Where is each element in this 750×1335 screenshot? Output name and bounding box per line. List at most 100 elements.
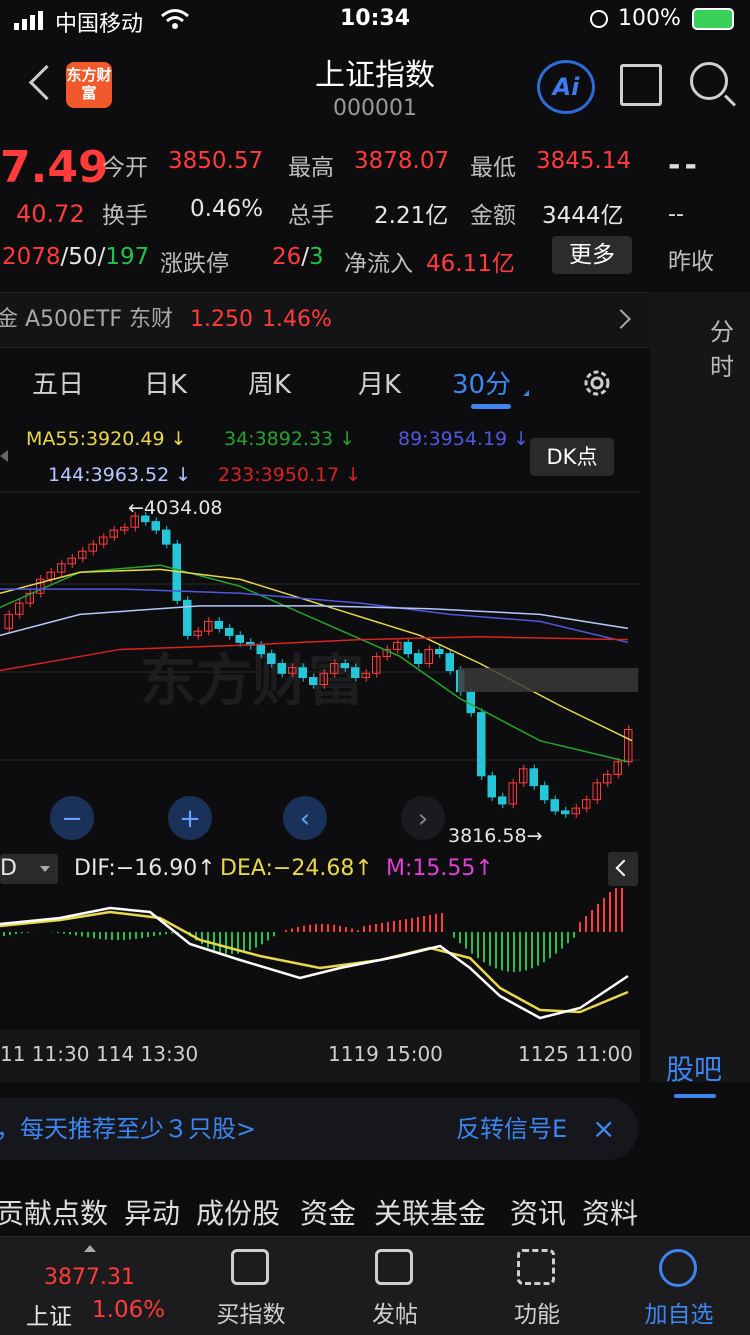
candlestick-chart[interactable]: 东方财富 ←4034.08 3816.58→ − + ‹ › bbox=[0, 490, 640, 848]
zoom-out-button-glyph: − bbox=[61, 804, 83, 834]
battery-percent: 100% bbox=[618, 6, 681, 31]
macd-m: M:15.55↑ bbox=[386, 856, 494, 881]
pan-right-glyph: › bbox=[418, 804, 428, 834]
promo-signal: 反转信号E bbox=[456, 1115, 568, 1143]
open-label: 今开 bbox=[102, 155, 148, 181]
candle bbox=[309, 677, 318, 686]
zoom-in-button-glyph: + bbox=[179, 804, 201, 834]
candle bbox=[487, 775, 496, 798]
candle bbox=[225, 627, 234, 636]
candle bbox=[340, 662, 349, 669]
dropdown-triangle-icon bbox=[523, 390, 529, 396]
candle bbox=[529, 768, 538, 787]
candle bbox=[435, 648, 444, 655]
tab-news[interactable]: 资讯 bbox=[510, 1192, 566, 1232]
low-value: 3845.14 bbox=[536, 148, 632, 174]
time-label: 11 11:30 bbox=[0, 1042, 90, 1066]
ma89-line bbox=[0, 588, 629, 644]
dif-line bbox=[0, 906, 629, 1020]
volume-value: 2.21亿 bbox=[374, 203, 449, 229]
more-button[interactable]: 更多 bbox=[552, 236, 632, 274]
bottom-toolbar: 3877.31 上证 1.06% 买指数 发帖 功能 加自选 bbox=[0, 1236, 750, 1335]
watermark: 东方财富 bbox=[140, 649, 364, 714]
ma55-value: MA55:3920.49 ↓ bbox=[26, 428, 187, 450]
amount-value: 3444亿 bbox=[542, 203, 624, 229]
dea-line bbox=[0, 910, 629, 1014]
buy-index-button[interactable]: 买指数 bbox=[176, 1237, 326, 1335]
high-label: 最高 bbox=[288, 155, 334, 181]
tab-related-funds[interactable]: 关联基金 bbox=[374, 1192, 486, 1232]
tab-constituents[interactable]: 成份股 bbox=[196, 1192, 280, 1232]
netflow-value: 46.11亿 bbox=[426, 251, 515, 277]
promo-banner[interactable]: ，每天推荐至少３只股> 反转信号E × bbox=[0, 1098, 638, 1160]
time-label: 1125 11:00 bbox=[518, 1042, 633, 1066]
candle bbox=[151, 521, 160, 531]
bottom-index-pct: 1.06% bbox=[92, 1297, 166, 1323]
candle bbox=[162, 529, 171, 545]
amount-label: 金额 bbox=[470, 203, 516, 229]
low-label: 最低 bbox=[470, 155, 516, 181]
period-tabs: 五日 日K 周K 月K 30分 bbox=[0, 346, 650, 416]
high-value: 3878.07 bbox=[354, 148, 450, 174]
prev-close-label: 昨收 bbox=[668, 249, 714, 275]
open-value: 3850.57 bbox=[168, 148, 264, 174]
ma89-value: 89:3954.19 ↓ bbox=[398, 428, 530, 450]
add-watchlist-button[interactable]: 加自选 bbox=[604, 1237, 750, 1335]
candle bbox=[214, 620, 223, 629]
ai-button[interactable]: Ai bbox=[537, 60, 595, 114]
quote-panel: 7.49 40.72 今开 3850.57 最高 3878.07 最低 3845… bbox=[0, 130, 750, 290]
close-icon[interactable]: × bbox=[592, 1098, 615, 1160]
indicator-selector-label: D bbox=[0, 856, 17, 881]
battery-icon bbox=[692, 8, 734, 30]
tab-contribution[interactable]: 贡献点数 bbox=[0, 1192, 108, 1232]
macd-chart[interactable] bbox=[0, 888, 640, 1030]
chevron-right-icon bbox=[611, 309, 631, 329]
turnover-label: 换手 bbox=[102, 203, 148, 229]
share-icon[interactable] bbox=[620, 64, 662, 106]
post-button[interactable]: 发帖 bbox=[320, 1237, 470, 1335]
tab-anomaly[interactable]: 异动 bbox=[124, 1192, 180, 1232]
settings-gear-icon[interactable] bbox=[580, 366, 614, 404]
volume-label: 总手 bbox=[288, 203, 334, 229]
tab-profile[interactable]: 资料 bbox=[582, 1192, 638, 1232]
placeholder-value: -- bbox=[668, 202, 684, 227]
tab-month-k[interactable]: 月K bbox=[358, 364, 401, 401]
candle bbox=[351, 667, 360, 679]
tab-30min[interactable]: 30分 bbox=[452, 364, 511, 401]
candle bbox=[256, 644, 265, 655]
etf-pct: 1.46% bbox=[262, 307, 332, 332]
promo-text: ，每天推荐至少３只股> bbox=[0, 1115, 257, 1143]
tab-fenshi[interactable]: 分时 bbox=[710, 312, 750, 382]
index-quote-button[interactable]: 3877.31 上证 1.06% bbox=[16, 1237, 166, 1335]
active-tab-underline bbox=[471, 404, 511, 409]
current-price: 7.49 bbox=[0, 142, 109, 193]
etf-banner[interactable]: 金 A500ETF 东财 1.250 1.46% bbox=[0, 292, 650, 348]
prev-close-value: -- bbox=[668, 148, 701, 183]
legend-toggle-icon[interactable] bbox=[0, 450, 8, 462]
side-panel: 分时 股吧 bbox=[650, 292, 750, 1098]
candle bbox=[235, 634, 244, 643]
search-icon[interactable] bbox=[690, 62, 728, 100]
price-band bbox=[458, 668, 638, 692]
pan-left-button-glyph: ‹ bbox=[300, 804, 310, 834]
functions-button[interactable]: 功能 bbox=[462, 1237, 612, 1335]
ma144-value: 144:3963.52 ↓ bbox=[48, 464, 192, 486]
etf-price: 1.250 bbox=[190, 307, 253, 332]
tab-week-k[interactable]: 周K bbox=[248, 364, 291, 401]
tab-five-day[interactable]: 五日 bbox=[32, 364, 84, 401]
candle bbox=[183, 599, 192, 636]
guba-underline bbox=[674, 1094, 716, 1098]
grid-icon bbox=[517, 1249, 555, 1285]
time-label: 114 13:30 bbox=[96, 1042, 199, 1066]
candle bbox=[403, 641, 412, 655]
candle bbox=[561, 810, 570, 815]
candle bbox=[445, 653, 454, 672]
candle bbox=[498, 796, 507, 805]
dk-point-button[interactable]: DK点 bbox=[530, 438, 614, 476]
tab-day-k[interactable]: 日K bbox=[144, 364, 187, 401]
caret-up-icon bbox=[84, 1245, 96, 1252]
info-tabs: 贡献点数 异动 成份股 资金 关联基金 资讯 资料 bbox=[0, 1180, 650, 1240]
tab-guba[interactable]: 股吧 bbox=[666, 1048, 722, 1088]
tab-funds-flow[interactable]: 资金 bbox=[300, 1192, 356, 1232]
low-marker-label: 3816.58→ bbox=[448, 825, 543, 847]
